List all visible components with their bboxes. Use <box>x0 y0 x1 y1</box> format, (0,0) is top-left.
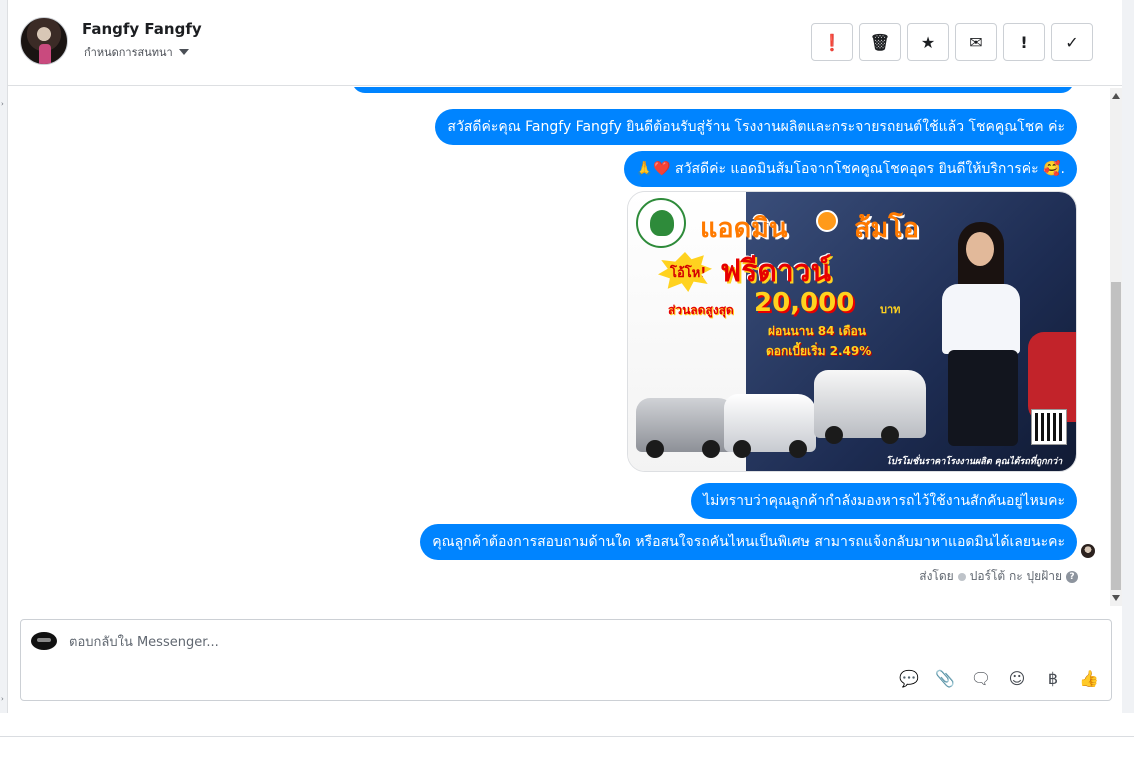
car-pickup-cargo <box>814 370 926 444</box>
conversation-header: Fangfy Fangfy กำหนดการสนทนา ❗ 🗑 ★ ✉ ! ✓ <box>8 0 1122 86</box>
promo-image-message[interactable]: แอดมิน ส้มโอ โอ้โห! ฟรีดาวน์ ส่วนลดสูงสุ… <box>627 191 1077 472</box>
composer-actions: 💬 📎 🗨 ☺ ฿ 👍 <box>897 666 1101 690</box>
promo-title-name: ส้มโอ <box>854 213 919 244</box>
messenger-inbox-app: › › Fangfy Fangfy กำหนดการสนทนา ❗ 🗑 ★ ✉ … <box>0 0 1134 713</box>
conversation-panel: Fangfy Fangfy กำหนดการสนทนา ❗ 🗑 ★ ✉ ! ✓ … <box>8 0 1122 713</box>
promo-installment: ผ่อนนาน 84 เดือน <box>768 324 866 338</box>
contact-avatar[interactable] <box>20 17 68 65</box>
envelope-icon: ✉ <box>969 32 983 52</box>
sent-by-info: ส่งโดย ปอร์โต้ กะ ปุยฝ้าย ? <box>919 567 1078 586</box>
sent-by-name: ปอร์โต้ กะ ปุยฝ้าย <box>969 569 1062 583</box>
thread-scrollbar[interactable] <box>1110 88 1122 606</box>
scroll-thumb[interactable] <box>1111 282 1121 590</box>
assign-conversation-label: กำหนดการสนทนา <box>84 46 173 59</box>
exclamation-icon: ! <box>1020 32 1028 52</box>
mark-spam-button[interactable]: ❗ <box>811 23 853 61</box>
delete-button[interactable]: 🗑 <box>859 23 901 61</box>
seen-avatar <box>1081 544 1095 558</box>
thumbs-up-icon[interactable]: 👍 <box>1077 666 1101 690</box>
message-thread: สวัสดีค่ะคุณ Fangfy Fangfy ยินดีต้อนรับส… <box>8 87 1122 607</box>
checkmark-icon: ✓ <box>1065 32 1079 52</box>
rail-marker: › <box>1 100 4 108</box>
assign-conversation-dropdown[interactable]: กำหนดการสนทนา <box>84 43 189 61</box>
follow-up-button[interactable]: ! <box>1003 23 1045 61</box>
reply-input[interactable] <box>69 632 1069 652</box>
pomelo-icon <box>816 210 838 232</box>
scroll-up-arrow-icon[interactable] <box>1112 93 1120 99</box>
star-button[interactable]: ★ <box>907 23 949 61</box>
promo-interest: ดอกเบี้ยเริ่ม 2.49% <box>766 344 872 358</box>
saved-reply-icon[interactable]: 💬 <box>897 666 921 690</box>
dealer-logo <box>636 198 686 248</box>
star-icon: ★ <box>920 32 936 52</box>
caret-down-icon <box>178 49 189 55</box>
promo-currency: บาท <box>880 303 901 316</box>
chat-bubble-icon[interactable]: 🗨 <box>969 666 993 690</box>
alert-circle-icon: ❗ <box>822 32 842 52</box>
promo-discount-amount: 20,000 <box>754 288 855 318</box>
promo-discount-label: ส่วนลดสูงสุด <box>668 303 734 317</box>
car-sedan <box>636 398 736 458</box>
page-divider <box>0 736 1134 737</box>
mark-done-button[interactable]: ✓ <box>1051 23 1093 61</box>
car-pickup-white <box>724 394 816 458</box>
scroll-down-arrow-icon[interactable] <box>1112 595 1120 601</box>
message-bubble: ไม่ทราบว่าคุณลูกค้ากำลังมองหารถไว้ใช้งาน… <box>691 483 1077 519</box>
promo-admin-photo <box>928 222 1038 452</box>
message-bubble-partial <box>352 87 1074 93</box>
message-bubble: คุณลูกค้าต้องการสอบถามด้านใด หรือสนใจรถค… <box>420 524 1077 560</box>
promo-title: แอดมิน <box>700 213 788 244</box>
sent-by-label: ส่งโดย <box>919 569 954 583</box>
agent-status-icon <box>957 572 966 581</box>
emoji-icon[interactable]: ☺ <box>1005 666 1029 690</box>
reply-composer: 💬 📎 🗨 ☺ ฿ 👍 <box>20 619 1112 701</box>
rail-marker: › <box>1 695 4 703</box>
message-bubble: 🙏❤️ สวัสดีค่ะ แอดมินส้มโอจากโชคคูณโชคอุด… <box>623 151 1077 187</box>
qr-code <box>1031 409 1067 445</box>
mark-unread-button[interactable]: ✉ <box>955 23 997 61</box>
paperclip-icon[interactable]: 📎 <box>933 666 957 690</box>
contact-name[interactable]: Fangfy Fangfy <box>82 20 202 38</box>
trash-icon: 🗑 <box>869 32 891 52</box>
promo-badge-text: โอ้โห! <box>670 266 707 281</box>
promo-footer-text: โปรโมชั่นราคาโรงงานผลิต คุณได้รถที่ถูกกว… <box>886 457 1063 467</box>
help-question-icon[interactable]: ? <box>1066 570 1078 583</box>
page-avatar <box>31 632 57 650</box>
left-rail: › › <box>0 0 8 713</box>
conversation-toolbar: ❗ 🗑 ★ ✉ ! ✓ <box>811 23 1093 61</box>
baht-icon[interactable]: ฿ <box>1041 666 1065 690</box>
message-bubble: สวัสดีค่ะคุณ Fangfy Fangfy ยินดีต้อนรับส… <box>435 109 1077 145</box>
